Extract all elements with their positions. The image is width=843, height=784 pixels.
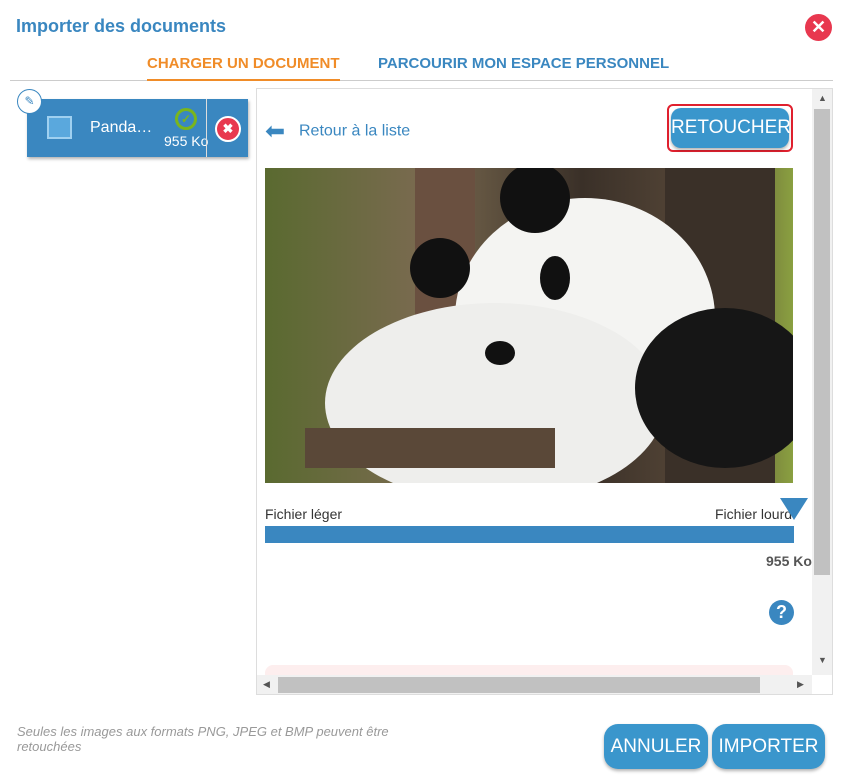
preview-panel: ⬅ Retour à la liste RETOUCHER Fichier lég… (256, 88, 833, 695)
dialog-title: Importer des documents (16, 16, 227, 36)
retouch-button[interactable]: RETOUCHER (667, 104, 793, 152)
tab-browse-personal-space[interactable]: PARCOURIR MON ESPACE PERSONNEL (378, 55, 669, 72)
file-name: Panda… (90, 119, 153, 136)
remove-file-icon[interactable]: ✖ (215, 116, 241, 142)
file-size: 955 Ko (164, 133, 209, 149)
light-file-label: Fichier léger (265, 506, 343, 522)
size-marker-icon (780, 498, 808, 520)
cancel-button[interactable]: ANNULER (604, 724, 708, 769)
divider (206, 99, 207, 157)
vertical-scroll-thumb[interactable] (814, 109, 830, 575)
retouch-label: RETOUCHER (671, 108, 791, 148)
format-note: Seules les images aux formats PNG, JPEG … (17, 724, 389, 754)
scroll-down-icon[interactable]: ▼ (818, 655, 827, 665)
vertical-scrollbar[interactable]: ▲ ▼ (812, 89, 832, 675)
tab-upload-document[interactable]: CHARGER UN DOCUMENT (147, 55, 340, 81)
tab-bar: CHARGER UN DOCUMENT PARCOURIR MON ESPACE… (10, 50, 833, 81)
back-label: Retour à la liste (299, 122, 411, 140)
arrow-left-icon: ⬅ (265, 118, 286, 145)
help-icon[interactable]: ? (769, 600, 794, 625)
file-size-bar (265, 526, 794, 543)
scroll-right-icon[interactable]: ▶ (797, 679, 804, 690)
size-value: 955 Ko (766, 553, 812, 569)
horizontal-scrollbar[interactable]: ◀ ▶ (257, 675, 812, 694)
panda-photo (305, 168, 793, 483)
import-button[interactable]: IMPORTER (712, 724, 825, 769)
horizontal-scroll-thumb[interactable] (278, 677, 760, 693)
image-icon (47, 116, 72, 139)
image-preview (265, 168, 793, 483)
pencil-icon[interactable]: ✎ (17, 89, 42, 114)
check-icon: ✓ (175, 108, 197, 130)
scroll-left-icon[interactable]: ◀ (263, 679, 270, 690)
warning-box (265, 665, 793, 675)
file-item[interactable]: Panda… ✓ 955 Ko ✖ (27, 99, 248, 157)
back-to-list-link[interactable]: ⬅ Retour à la liste (265, 117, 410, 146)
scroll-up-icon[interactable]: ▲ (818, 93, 827, 103)
close-icon[interactable]: ✕ (805, 14, 832, 41)
